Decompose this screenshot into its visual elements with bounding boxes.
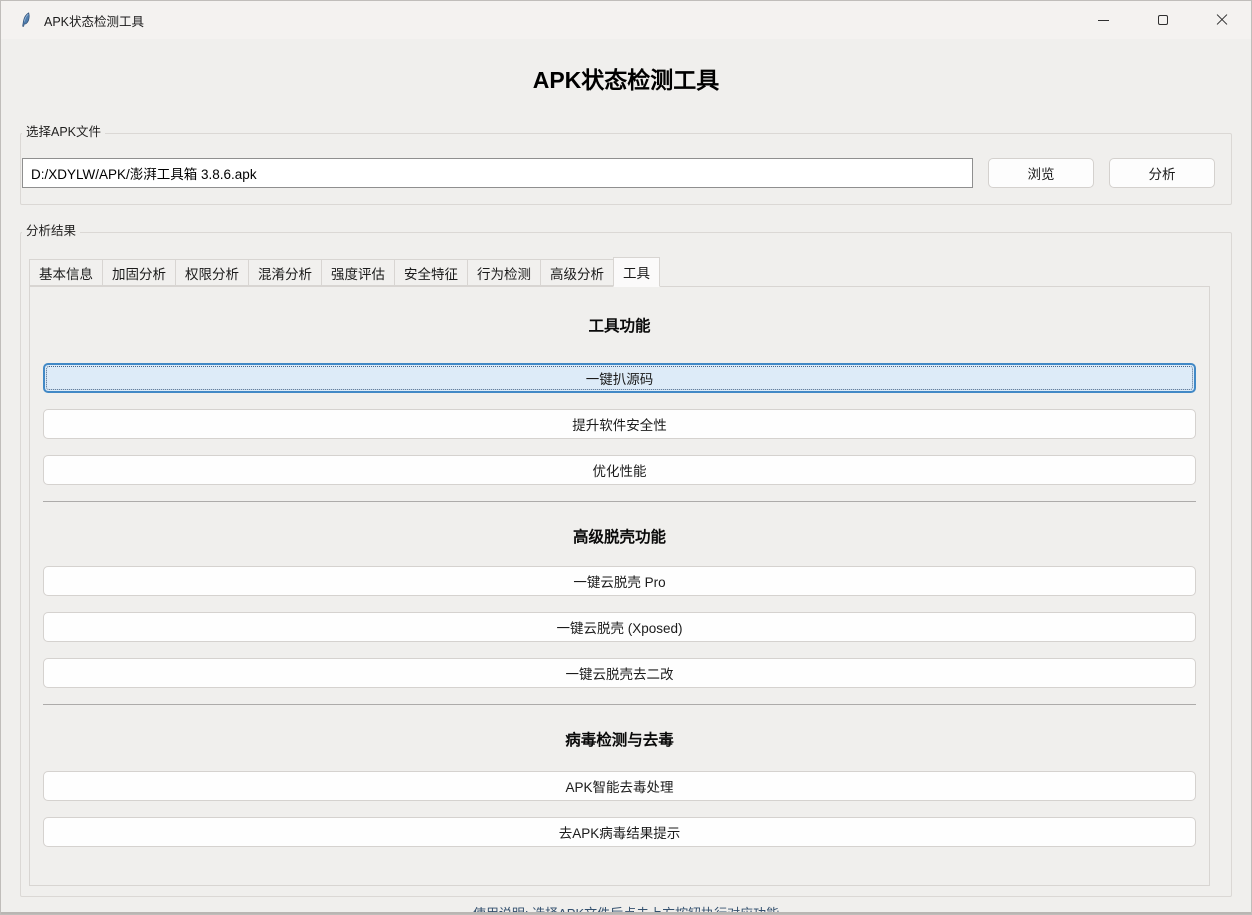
tab-obfuscation-analysis[interactable]: 混淆分析	[248, 259, 322, 286]
cloud-unpack-antimod-button[interactable]: 一键云脱壳去二改	[43, 658, 1196, 688]
apk-path-input[interactable]	[22, 158, 973, 188]
extract-source-button[interactable]: 一键扒源码	[43, 363, 1196, 393]
maximize-button[interactable]	[1133, 1, 1192, 39]
file-select-row: 浏览 分析	[21, 134, 1231, 204]
minimize-button[interactable]	[1074, 1, 1133, 39]
improve-security-button[interactable]: 提升软件安全性	[43, 409, 1196, 439]
close-button[interactable]	[1192, 1, 1251, 39]
tab-basic-info[interactable]: 基本信息	[29, 259, 103, 286]
smart-devirus-button[interactable]: APK智能去毒处理	[43, 771, 1196, 801]
optimize-performance-button[interactable]: 优化性能	[43, 455, 1196, 485]
tab-advanced-analysis[interactable]: 高级分析	[540, 259, 614, 286]
tab-security-features[interactable]: 安全特征	[394, 259, 468, 286]
minimize-icon	[1098, 20, 1109, 21]
bottom-edge-band	[1, 912, 1251, 914]
section-heading-advanced-unpack: 高级脱壳功能	[30, 528, 1209, 548]
section-heading-virus-detection: 病毒检测与去毒	[30, 731, 1209, 751]
remove-virus-notice-button[interactable]: 去APK病毒结果提示	[43, 817, 1196, 847]
tab-behavior-detection[interactable]: 行为检测	[467, 259, 541, 286]
analysis-results-group: 分析结果 基本信息 加固分析 权限分析 混淆分析 强度评估 安全特征 行为检测 …	[20, 232, 1232, 897]
analyze-button[interactable]: 分析	[1109, 158, 1215, 188]
file-select-group: 选择APK文件 浏览 分析	[20, 133, 1232, 205]
page-title: APK状态检测工具	[1, 65, 1251, 95]
section-heading-tool-functions: 工具功能	[30, 317, 1209, 337]
tab-tools[interactable]: 工具	[613, 257, 660, 287]
section-divider	[43, 704, 1196, 705]
file-select-group-label: 选择APK文件	[22, 125, 105, 139]
titlebar: APK状态检测工具	[1, 1, 1251, 39]
tab-packer-analysis[interactable]: 加固分析	[102, 259, 176, 286]
tab-strength-evaluation[interactable]: 强度评估	[321, 259, 395, 286]
app-window: APK状态检测工具 APK状态检测工具 选择APK文件 浏览 分析 分析结果 基…	[0, 0, 1252, 915]
window-controls	[1074, 1, 1251, 39]
results-tab-bar: 基本信息 加固分析 权限分析 混淆分析 强度评估 安全特征 行为检测 高级分析 …	[21, 233, 1231, 286]
cloud-unpack-pro-button[interactable]: 一键云脱壳 Pro	[43, 566, 1196, 596]
tab-permission-analysis[interactable]: 权限分析	[175, 259, 249, 286]
browse-button[interactable]: 浏览	[988, 158, 1094, 188]
section-divider	[43, 501, 1196, 502]
maximize-icon	[1158, 15, 1168, 25]
close-icon	[1216, 14, 1228, 26]
python-feather-icon	[18, 12, 34, 28]
window-title: APK状态检测工具	[44, 11, 144, 30]
cloud-unpack-xposed-button[interactable]: 一键云脱壳 (Xposed)	[43, 612, 1196, 642]
tools-tab-panel: 工具功能 一键扒源码 提升软件安全性 优化性能 高级脱壳功能 一键云脱壳 Pro…	[29, 286, 1210, 886]
